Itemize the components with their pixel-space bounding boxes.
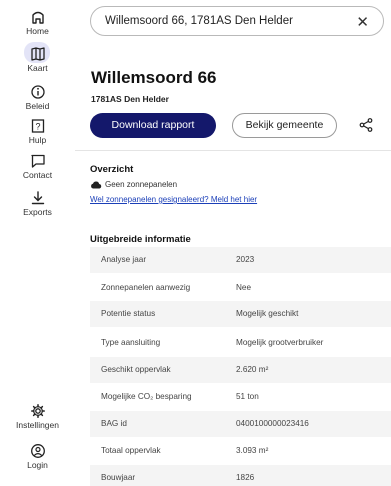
table-row: Potentie status Mogelijk geschikt: [90, 301, 391, 327]
sidebar-item-label: Home: [26, 26, 49, 36]
sidebar-item-hulp[interactable]: ? Hulp: [0, 118, 75, 145]
overview-title: Overzicht: [90, 164, 134, 175]
row-value: 2.620 m²: [236, 365, 269, 374]
report-solar-link[interactable]: Wel zonnepanelen gesignaleerd? Meld het …: [90, 195, 257, 204]
row-label: Geschikt oppervlak: [101, 365, 171, 374]
table-row: BAG id 0400100000023416: [90, 411, 391, 437]
sidebar-item-label: Contact: [22, 170, 53, 180]
search-input[interactable]: Willemsoord 66, 1781AS Den Helder: [105, 15, 293, 27]
row-value: Nee: [236, 283, 252, 292]
sidebar-item-label: Kaart: [27, 63, 48, 73]
cloud-icon: [91, 181, 102, 189]
close-icon[interactable]: ✕: [356, 13, 369, 31]
table-row: Totaal oppervlak 3.093 m²: [90, 438, 391, 464]
sidebar-item-kaart[interactable]: Kaart: [0, 42, 75, 73]
solar-status-text: Geen zonnepanelen: [105, 180, 178, 189]
main-panel: Willemsoord 66, 1781AS Den Helder ✕ Will…: [75, 0, 391, 486]
row-label: Totaal oppervlak: [101, 446, 161, 455]
row-label: Potentie status: [101, 309, 156, 318]
sidebar-item-label: Hulp: [28, 135, 47, 145]
download-icon: [0, 190, 75, 206]
home-icon: [0, 9, 75, 25]
row-value: Mogelijk geschikt: [236, 309, 299, 318]
sidebar-item-home[interactable]: Home: [0, 9, 75, 36]
svg-text:?: ?: [35, 122, 40, 132]
table-row: Zonnepanelen aanwezig Nee: [90, 275, 391, 301]
sidebar-item-label: Exports: [23, 207, 52, 217]
table-row: Type aansluiting Mogelijk grootverbruike…: [90, 330, 391, 356]
sidebar-item-login[interactable]: Login: [0, 443, 75, 470]
gear-icon: [0, 403, 75, 419]
row-label: Mogelijke CO₂ besparing: [101, 392, 192, 401]
details-title: Uitgebreide informatie: [90, 234, 191, 245]
table-row: Bouwjaar 1826: [90, 465, 391, 486]
sidebar-item-beleid[interactable]: Beleid: [0, 84, 75, 111]
row-label: BAG id: [101, 419, 127, 428]
row-label: Type aansluiting: [101, 338, 161, 347]
sidebar-item-contact[interactable]: Contact: [0, 153, 75, 180]
table-row: Geschikt oppervlak 2.620 m²: [90, 357, 391, 383]
sidebar: Home Kaart Beleid ? Hulp Contact Exports: [0, 0, 75, 486]
divider: [75, 150, 391, 151]
search-bar[interactable]: Willemsoord 66, 1781AS Den Helder ✕: [90, 6, 384, 36]
user-icon: [0, 443, 75, 459]
row-value: Mogelijk grootverbruiker: [236, 338, 324, 347]
sidebar-item-label: Login: [27, 460, 48, 470]
view-municipality-button[interactable]: Bekijk gemeente: [232, 113, 337, 138]
row-value: 3.093 m²: [236, 446, 269, 455]
sidebar-item-label: Beleid: [25, 101, 50, 111]
info-icon: [0, 84, 75, 100]
row-value: 51 ton: [236, 392, 259, 401]
row-value: 2023: [236, 255, 255, 264]
download-report-button[interactable]: Download rapport: [90, 113, 216, 138]
sidebar-item-exports[interactable]: Exports: [0, 190, 75, 217]
row-value: 0400100000023416: [236, 419, 309, 428]
help-icon: ?: [0, 118, 75, 134]
row-value: 1826: [236, 473, 255, 482]
sidebar-item-label: Instellingen: [15, 420, 59, 430]
chat-icon: [0, 153, 75, 169]
row-label: Zonnepanelen aanwezig: [101, 283, 191, 292]
table-row: Mogelijke CO₂ besparing 51 ton: [90, 384, 391, 410]
map-icon: [0, 46, 75, 62]
share-icon[interactable]: [358, 117, 374, 138]
solar-status: Geen zonnepanelen: [90, 180, 177, 189]
row-label: Bouwjaar: [101, 473, 136, 482]
table-row: Analyse jaar 2023: [90, 247, 391, 273]
row-label: Analyse jaar: [101, 255, 147, 264]
page-subtitle: 1781AS Den Helder: [91, 94, 169, 104]
sidebar-item-instellingen[interactable]: Instellingen: [0, 403, 75, 430]
page-title: Willemsoord 66: [91, 68, 217, 87]
